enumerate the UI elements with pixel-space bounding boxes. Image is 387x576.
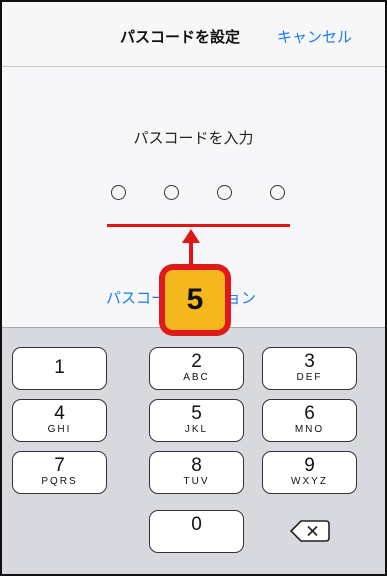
- screen-frame: パスコードを設定 キャンセル パスコードを入力 パスコードオプション 1 2 A…: [0, 0, 387, 576]
- step-number: 5: [165, 270, 225, 330]
- passcode-prompt: パスコードを入力: [133, 129, 254, 147]
- annotation-arrow-head: [182, 229, 200, 243]
- key-digit: 6: [304, 403, 315, 424]
- passcode-dot-4: [270, 185, 285, 200]
- key-digit: 0: [191, 514, 202, 535]
- key-letters: PQRS: [41, 476, 78, 487]
- cancel-button[interactable]: キャンセル: [277, 26, 352, 47]
- key-9[interactable]: 9 WXYZ: [262, 451, 357, 494]
- key-digit: 4: [54, 403, 65, 424]
- key-letters: JKL: [184, 424, 209, 435]
- numeric-keypad: 1 2 ABC 3 DEF 4 GHI 5 JKL 6 MNO 7 PQRS 8…: [2, 327, 385, 574]
- key-7[interactable]: 7 PQRS: [12, 451, 107, 494]
- key-letters: GHI: [47, 424, 72, 435]
- passcode-dot-1: [111, 185, 126, 200]
- key-digit: 3: [304, 351, 315, 372]
- key-digit: 5: [191, 403, 202, 424]
- step-badge: 5: [159, 264, 231, 336]
- key-letters: ABC: [183, 372, 210, 383]
- navigation-bar: パスコードを設定 キャンセル: [2, 2, 385, 67]
- key-1[interactable]: 1: [12, 347, 107, 390]
- key-letters: MNO: [294, 424, 325, 435]
- key-letters: WXYZ: [291, 476, 328, 487]
- key-2[interactable]: 2 ABC: [149, 347, 244, 390]
- key-5[interactable]: 5 JKL: [149, 399, 244, 442]
- key-6[interactable]: 6 MNO: [262, 399, 357, 442]
- key-digit: 9: [304, 455, 315, 476]
- key-0[interactable]: 0: [149, 510, 244, 553]
- delete-backward-icon: [289, 520, 330, 542]
- delete-button[interactable]: [289, 518, 331, 544]
- key-letters: TUV: [183, 476, 210, 487]
- page-title: パスコードを設定: [120, 28, 241, 46]
- passcode-dots: [111, 185, 287, 205]
- key-8[interactable]: 8 TUV: [149, 451, 244, 494]
- key-digit: 7: [54, 455, 65, 476]
- key-digit: 2: [191, 351, 202, 372]
- key-4[interactable]: 4 GHI: [12, 399, 107, 442]
- annotation-underline: [107, 224, 290, 227]
- passcode-dot-3: [217, 185, 232, 200]
- key-3[interactable]: 3 DEF: [262, 347, 357, 390]
- key-letters: DEF: [296, 372, 323, 383]
- passcode-dot-2: [164, 185, 179, 200]
- key-digit: 8: [191, 455, 202, 476]
- key-digit: 1: [54, 357, 65, 378]
